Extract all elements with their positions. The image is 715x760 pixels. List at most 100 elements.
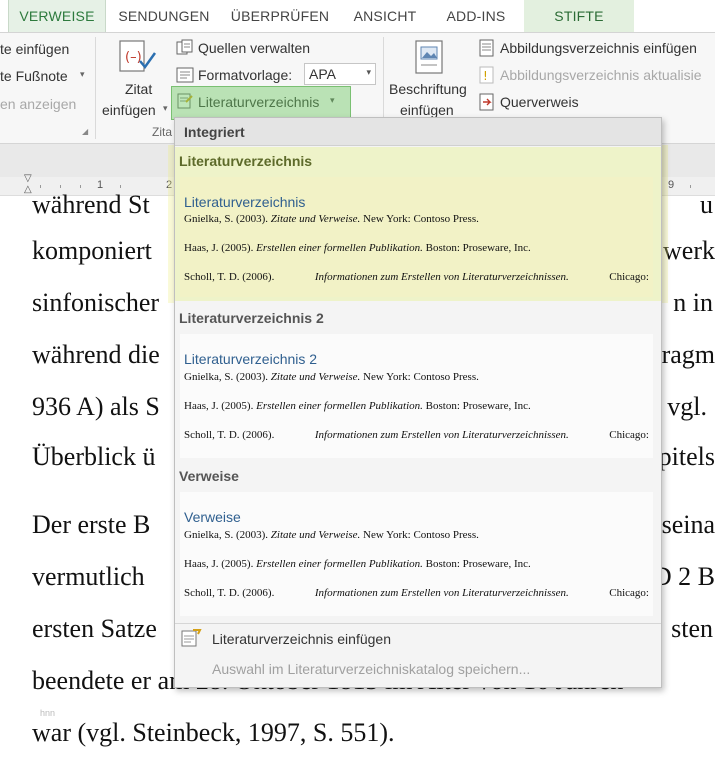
entry-rest: New York: Contoso Press.	[363, 371, 479, 383]
entry-title: Zitate und Verweise.	[270, 529, 361, 541]
style-select-value: APA	[309, 66, 336, 82]
bibliography-gallery-dropdown: Integriert Literaturverzeichnis Literatu…	[174, 117, 662, 688]
menu-divider	[175, 623, 661, 624]
preview-entry: Haas, J. (2005). Erstellen einer formell…	[184, 400, 649, 412]
insert-caption-icon[interactable]	[414, 39, 446, 80]
ruler-tick	[80, 185, 81, 188]
doc-line-right: sten	[671, 614, 713, 643]
entry-rest: New York: Contoso Press.	[363, 529, 479, 541]
gallery-item-literaturverzeichnis-2[interactable]: Literaturverzeichnis 2 Literaturverzeich…	[175, 304, 661, 462]
bibliography-button-highlight	[171, 86, 351, 120]
insert-bibliography-command[interactable]: Literaturverzeichnis einfügen	[212, 631, 391, 647]
indent-marker-icon[interactable]: △	[24, 184, 32, 195]
tab-stifte[interactable]: STIFTE	[524, 0, 634, 32]
doc-line: 936 A) als S	[32, 392, 160, 421]
preview-entry: Haas, J. (2005). Erstellen einer formell…	[184, 558, 649, 570]
next-footnote-button[interactable]: te Fußnote	[0, 68, 68, 84]
entry-title: Informationen zum Erstellen von Literatu…	[314, 429, 569, 441]
entry-author: Scholl, T. D. (2006).	[184, 271, 275, 283]
entry-title: Erstellen einer formellen Publikation.	[256, 400, 423, 412]
dialog-launcher-icon[interactable]: ◢	[82, 127, 88, 136]
insert-table-of-figures-button[interactable]: Abbildungsverzeichnis einfügen	[500, 40, 697, 56]
insert-citation-icon[interactable]: (–)	[118, 39, 158, 80]
save-to-gallery-command[interactable]: Auswahl im Literaturverzeichniskatalog s…	[212, 661, 530, 677]
entry-author: Gnielka, S. (2003).	[184, 529, 269, 541]
entry-title: Erstellen einer formellen Publikation.	[256, 242, 423, 254]
doc-line-right: vgl.	[667, 392, 707, 421]
tab-ansicht[interactable]: ANSICHT	[344, 0, 426, 32]
cross-reference-button[interactable]: Querverweis	[500, 94, 579, 110]
show-notes-button[interactable]: en anzeigen	[0, 96, 76, 112]
preview-entry: Scholl, T. D. (2006). Informationen zum E…	[184, 271, 649, 283]
tab-ueberpruefen[interactable]: ÜBERPRÜFEN	[226, 0, 334, 32]
doc-line-right: u	[700, 190, 713, 219]
footer-mark: hnn	[40, 708, 56, 718]
chevron-down-icon[interactable]: ▾	[163, 103, 168, 114]
entry-title: Zitate und Verweise.	[270, 213, 361, 225]
entry-author: Gnielka, S. (2003).	[184, 371, 269, 383]
doc-line: vermutlich	[32, 562, 145, 591]
preview-entry: Gnielka, S. (2003). Zitate und Verweise.…	[184, 371, 649, 383]
table-of-figures-icon	[479, 39, 495, 62]
svg-text:(–): (–)	[125, 50, 142, 65]
ruler-tick	[690, 185, 691, 188]
tab-verweise[interactable]: VERWEISE	[8, 0, 106, 32]
gallery-item-verweise[interactable]: Verweise Verweise Gnielka, S. (2003). Zi…	[175, 462, 661, 620]
entry-author: Haas, J. (2005).	[184, 558, 254, 570]
gallery-preview[interactable]: Literaturverzeichnis Gnielka, S. (2003).…	[180, 177, 653, 297]
entry-rest: Chicago:	[609, 271, 649, 283]
gallery-item-literaturverzeichnis[interactable]: Literaturverzeichnis Literaturverzeichni…	[175, 147, 661, 301]
entry-author: Scholl, T. D. (2006).	[184, 587, 275, 599]
gallery-item-title: Literaturverzeichnis 2	[179, 310, 324, 326]
tab-sendungen[interactable]: SENDUNGEN	[110, 0, 218, 32]
style-label: Formatvorlage:	[198, 67, 293, 83]
entry-rest: New York: Contoso Press.	[363, 213, 479, 225]
preview-entry: Scholl, T. D. (2006). Informationen zum E…	[184, 587, 649, 599]
ruler-tick	[120, 185, 121, 188]
preview-title: Literaturverzeichnis	[184, 194, 306, 210]
doc-line-right: pitels	[658, 442, 715, 471]
preview-entry: Scholl, T. D. (2006). Informationen zum E…	[184, 429, 649, 441]
insert-caption-label-2[interactable]: einfügen	[400, 102, 454, 118]
doc-line-right: D 2 B	[652, 562, 715, 591]
preview-entry: Gnielka, S. (2003). Zitate und Verweise.…	[184, 529, 649, 541]
chevron-down-icon[interactable]: ▾	[366, 67, 371, 78]
indent-marker-icon[interactable]: ▽	[24, 173, 32, 184]
citations-group-label: Zita	[152, 125, 173, 139]
entry-title: Informationen zum Erstellen von Literatu…	[314, 587, 569, 599]
doc-line-right: n in	[673, 288, 713, 317]
ruler-tick	[40, 185, 41, 188]
chevron-down-icon[interactable]: ▾	[80, 69, 85, 80]
ribbon-tab-bar: VERWEISE SENDUNGEN ÜBERPRÜFEN ANSICHT AD…	[0, 0, 715, 33]
svg-text:!: !	[483, 69, 488, 83]
entry-title: Informationen zum Erstellen von Literatu…	[314, 271, 569, 283]
manage-sources-button[interactable]: Quellen verwalten	[198, 40, 310, 56]
doc-line: während St	[32, 190, 150, 219]
doc-line: komponiert	[32, 236, 152, 265]
entry-rest: Chicago:	[609, 429, 649, 441]
manage-sources-icon	[176, 39, 194, 62]
update-table-button[interactable]: Abbildungsverzeichnis aktualisie	[500, 67, 702, 83]
gallery-preview[interactable]: Verweise Gnielka, S. (2003). Zitate und …	[180, 492, 653, 616]
insert-bibliography-icon	[180, 628, 202, 653]
doc-line: Überblick ü	[32, 442, 156, 471]
entry-rest: Boston: Proseware, Inc.	[425, 400, 531, 412]
insert-citation-label-2[interactable]: einfügen	[102, 102, 156, 118]
style-select[interactable]: APA ▾	[304, 63, 376, 85]
ruler-tick	[60, 185, 61, 188]
entry-title: Erstellen einer formellen Publikation.	[256, 558, 423, 570]
gallery-item-title: Literaturverzeichnis	[179, 153, 313, 169]
doc-line: ersten Satze	[32, 614, 157, 643]
preview-entry: Haas, J. (2005). Erstellen einer formell…	[184, 242, 649, 254]
entry-rest: Boston: Proseware, Inc.	[425, 242, 531, 254]
insert-citation-label-1[interactable]: Zitat	[125, 81, 152, 97]
gallery-preview[interactable]: Literaturverzeichnis 2 Gnielka, S. (2003…	[180, 334, 653, 458]
entry-rest: Boston: Proseware, Inc.	[425, 558, 531, 570]
insert-caption-label-1[interactable]: Beschriftung	[389, 81, 467, 97]
tab-add-ins[interactable]: ADD-INS	[436, 0, 516, 32]
insert-footnote-button[interactable]: te einfügen	[0, 41, 69, 57]
entry-author: Gnielka, S. (2003).	[184, 213, 269, 225]
entry-author: Scholl, T. D. (2006).	[184, 429, 275, 441]
preview-entry: Gnielka, S. (2003). Zitate und Verweise.…	[184, 213, 649, 225]
gallery-item-title: Verweise	[179, 468, 239, 484]
